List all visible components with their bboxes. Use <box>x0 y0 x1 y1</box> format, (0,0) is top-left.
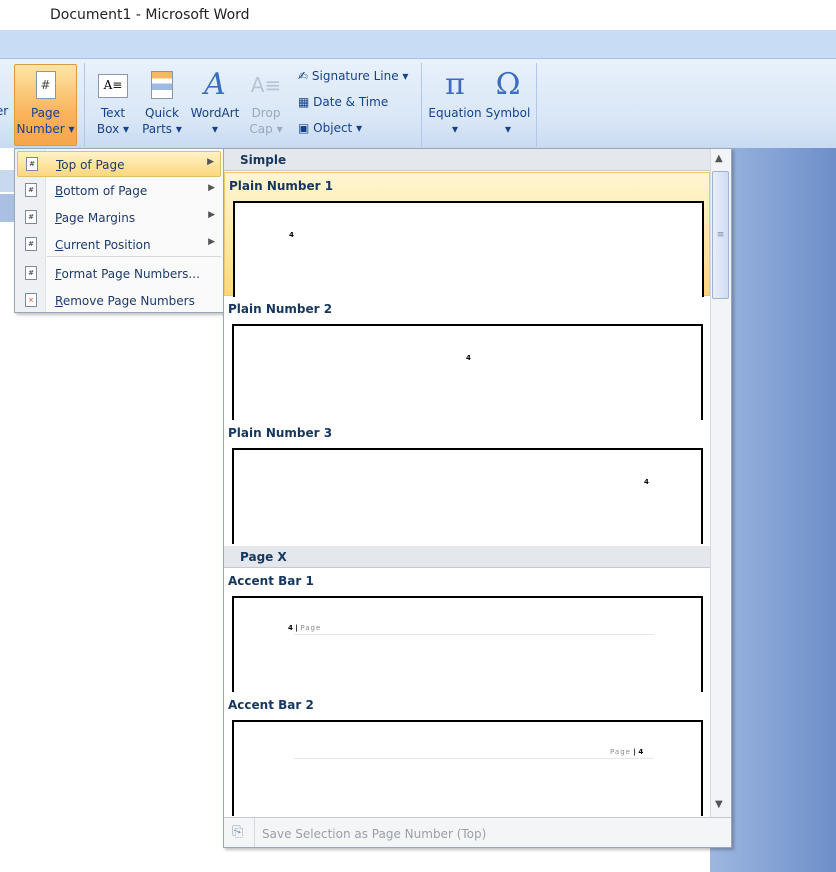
page-bottom-icon: # <box>25 183 37 197</box>
gallery-scrollbar[interactable]: ▲ ≡ ▼ <box>710 149 731 817</box>
top-of-page-gallery: Simple Plain Number 1 4 Plain Number 2 4… <box>223 148 732 848</box>
section-header: Page X <box>224 546 710 568</box>
text-box-button[interactable]: A≡ Text Box ▾ <box>92 65 134 145</box>
menu-item-top-of-page[interactable]: # Top of Page ▶ <box>17 151 221 177</box>
signature-line-button[interactable]: ✍ Signature Line ▾ <box>298 69 408 83</box>
current-position-icon: # <box>25 237 37 251</box>
item-label: Plain Number 1 <box>229 179 334 193</box>
gallery-item-plain-number-1[interactable]: Plain Number 1 4 <box>224 172 710 297</box>
preview-number: 4 <box>289 231 294 239</box>
wordart-button[interactable]: A WordArt ▾ <box>188 65 242 145</box>
preview-text: Page <box>300 624 322 632</box>
label: Date & Time <box>313 95 389 109</box>
menu-item-current-position[interactable]: # Current Position ▶ <box>17 232 221 258</box>
menu-item-page-margins[interactable]: # Page Margins ▶ <box>17 205 221 231</box>
gallery-item-plain-number-2[interactable]: Plain Number 2 4 <box>224 296 710 420</box>
label: Signature Line <box>311 69 399 83</box>
section-header: Simple <box>224 149 710 171</box>
submenu-arrow-icon: ▶ <box>208 237 215 247</box>
scroll-down-icon[interactable]: ▼ <box>715 799 723 810</box>
label: Symbol <box>485 106 531 120</box>
gallery-item-accent-bar-1[interactable]: Accent Bar 1 4 | Page <box>224 568 710 692</box>
signature-icon: ✍ <box>298 69 309 83</box>
page-number-icon: # <box>15 65 76 105</box>
page-top-icon: # <box>26 157 38 171</box>
label: Box <box>96 122 120 136</box>
window-title: Document1 - Microsoft Word <box>50 7 250 23</box>
page-margins-icon: # <box>25 210 37 224</box>
menu-item-label: Page Margins <box>55 211 136 225</box>
menu-item-bottom-of-page[interactable]: # Bottom of Page ▶ <box>17 178 221 204</box>
preview-number: 4 <box>288 624 293 632</box>
date-time-button[interactable]: ▦ Date & Time <box>298 95 388 109</box>
label: Quick <box>145 106 179 120</box>
preview: Page | 4 <box>232 720 703 816</box>
page-number-button[interactable]: # Page Number ▾ <box>14 64 77 146</box>
label: WordArt <box>190 106 240 120</box>
gallery-item-accent-bar-2[interactable]: Accent Bar 2 Page | 4 <box>224 692 710 816</box>
menu-item-remove-page-numbers[interactable]: × Remove Page Numbers <box>17 288 221 314</box>
ribbon-tabs-band <box>0 30 836 58</box>
calendar-icon: ▦ <box>298 95 310 109</box>
omega-icon: Ω <box>495 67 521 102</box>
object-icon: ▣ <box>298 121 310 135</box>
preview: 4 <box>232 448 703 544</box>
label: Cap <box>249 122 273 136</box>
preview: 4 <box>232 324 703 420</box>
scrollbar-thumb[interactable]: ≡ <box>712 171 729 299</box>
label: Equation <box>428 106 482 120</box>
menu-item-label: Top of Page <box>56 158 125 172</box>
save-selection-button[interactable]: ⎘ Save Selection as Page Number (Top) <box>224 817 731 847</box>
page-number-menu: # Top of Page ▶ # Bottom of Page ▶ # Page Margi… <box>14 148 224 313</box>
scroll-up-icon[interactable]: ▲ <box>715 153 723 164</box>
gallery-item-plain-number-3[interactable]: Plain Number 3 4 <box>224 420 710 544</box>
quick-parts-icon <box>140 65 184 105</box>
footer-label: Save Selection as Page Number (Top) <box>262 827 487 841</box>
object-button[interactable]: ▣ Object ▾ <box>298 121 362 135</box>
item-label: Accent Bar 1 <box>228 574 314 588</box>
menu-item-label: Format Page Numbers... <box>55 267 200 281</box>
menu-item-label: Remove Page Numbers <box>55 294 195 308</box>
label: Parts <box>142 122 173 136</box>
submenu-arrow-icon: ▶ <box>208 210 215 220</box>
menu-item-label: Bottom of Page <box>55 184 148 198</box>
pi-icon: π <box>445 67 465 102</box>
text-box-icon: A≡ <box>92 65 134 105</box>
wordart-icon: A <box>204 67 226 102</box>
format-icon: # <box>25 266 37 280</box>
menu-item-label: Current Position <box>55 238 151 252</box>
preview-number: 4 <box>644 478 649 486</box>
preview: 4 <box>233 201 704 297</box>
label: Page <box>30 106 61 120</box>
label: Text <box>100 106 126 120</box>
ribbon: er # Page Number ▾ A≡ Text Box ▾ Quick P… <box>0 58 836 148</box>
item-label: Plain Number 2 <box>228 302 333 316</box>
drop-cap-button[interactable]: A≡ Drop Cap ▾ <box>246 65 286 145</box>
preview-number: 4 <box>466 354 471 362</box>
menu-item-format-page-numbers[interactable]: # Format Page Numbers... <box>17 261 221 287</box>
submenu-arrow-icon: ▶ <box>207 157 214 167</box>
item-label: Accent Bar 2 <box>228 698 314 712</box>
label: Drop <box>251 106 281 120</box>
symbol-button[interactable]: Ω Symbol ▾ <box>484 65 532 145</box>
quick-parts-button[interactable]: Quick Parts ▾ <box>140 65 184 145</box>
label: Number <box>16 122 65 136</box>
preview-number: 4 <box>638 748 644 756</box>
equation-button[interactable]: π Equation ▾ <box>426 65 484 145</box>
drop-cap-icon: A≡ <box>250 73 282 97</box>
remove-icon: × <box>25 293 37 307</box>
save-selection-icon: ⎘ <box>232 824 244 840</box>
label: Object <box>313 121 353 135</box>
item-label: Plain Number 3 <box>228 426 333 440</box>
submenu-arrow-icon: ▶ <box>208 183 215 193</box>
preview-text: Page <box>610 748 631 756</box>
preview: 4 | Page <box>232 596 703 692</box>
document-area <box>0 148 14 872</box>
